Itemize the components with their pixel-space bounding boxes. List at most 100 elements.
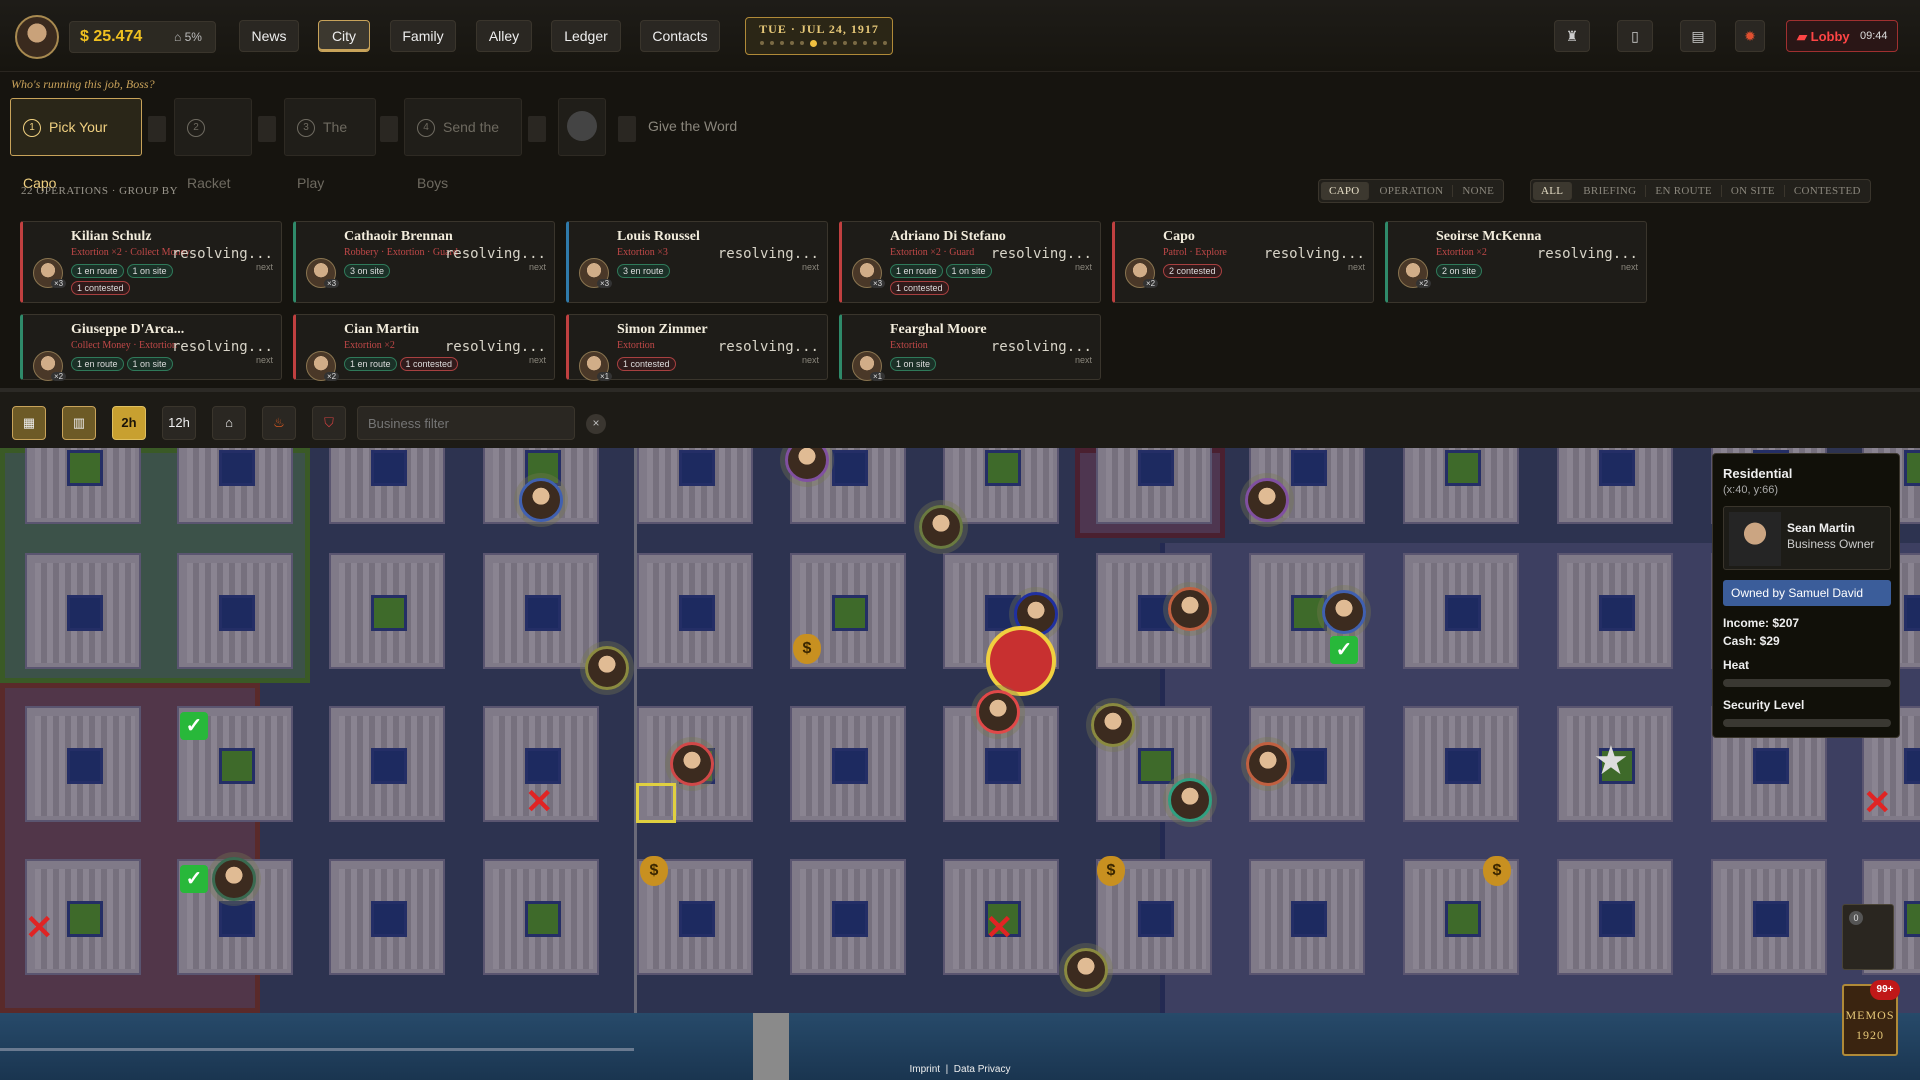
city-block[interactable] bbox=[1096, 448, 1212, 524]
lobby-button[interactable]: ▰ Lobby 09:44 bbox=[1786, 20, 1898, 52]
shield-icon[interactable]: ⛉ bbox=[312, 406, 346, 440]
city-block[interactable] bbox=[329, 859, 445, 975]
game-date[interactable]: TUE · JUL 24, 1917 bbox=[745, 17, 893, 55]
capo-pin[interactable] bbox=[919, 505, 963, 549]
capo-pin[interactable] bbox=[976, 690, 1020, 734]
step-pick-capo[interactable]: 1 Pick Your Capo bbox=[10, 98, 142, 191]
filter-all[interactable]: ALL bbox=[1533, 182, 1573, 200]
capo-pin[interactable] bbox=[1168, 778, 1212, 822]
building-icon[interactable]: ⌂ bbox=[212, 406, 246, 440]
nav-contacts[interactable]: Contacts bbox=[640, 20, 720, 52]
clear-filter-button[interactable]: × bbox=[586, 414, 606, 434]
business-filter-input[interactable] bbox=[357, 406, 575, 440]
city-block[interactable] bbox=[1557, 859, 1673, 975]
operation-card[interactable]: ×2 Giuseppe D'Arca... Collect Money · Exto… bbox=[20, 314, 282, 381]
city-block[interactable] bbox=[943, 448, 1059, 524]
phone-booth-widget[interactable]: 0 bbox=[1842, 904, 1894, 970]
checkmark-icon[interactable]: ✓ bbox=[1330, 636, 1358, 664]
checkmark-icon[interactable]: ✓ bbox=[180, 865, 208, 893]
settings-icon[interactable]: ♜ bbox=[1554, 20, 1590, 52]
selected-tile[interactable] bbox=[636, 783, 676, 823]
failed-x-icon[interactable]: ✕ bbox=[985, 911, 1014, 945]
nav-alley[interactable]: Alley bbox=[476, 20, 532, 52]
operation-card[interactable]: ×1 Simon Zimmer Extortion resolving... next 1… bbox=[566, 314, 828, 381]
operation-card[interactable]: ×3 Kilian Schulz Extortion ×2 · Collect Mo… bbox=[20, 221, 282, 303]
money-bag-icon[interactable]: $ bbox=[640, 856, 668, 886]
capo-pin[interactable] bbox=[1168, 587, 1212, 631]
operation-card[interactable]: ×3 Adriano Di Stefano Extortion ×2 · Guard… bbox=[839, 221, 1101, 303]
city-map[interactable]: ✓ ✓ ✓ ✕ ✕ ✕ ✕ $ $ $ $ ★ bbox=[0, 448, 1920, 1080]
city-block[interactable] bbox=[637, 448, 753, 524]
failed-x-icon[interactable]: ✕ bbox=[25, 911, 54, 945]
city-block[interactable] bbox=[483, 859, 599, 975]
capo-pin[interactable] bbox=[1245, 478, 1289, 522]
filter-en-route[interactable]: EN ROUTE bbox=[1646, 185, 1722, 197]
phone-icon[interactable]: ▯ bbox=[1617, 20, 1653, 52]
money-bag-icon[interactable]: $ bbox=[1483, 856, 1511, 886]
filter-briefing[interactable]: BRIEFING bbox=[1574, 185, 1647, 197]
operation-card[interactable]: ×2 Seoirse McKenna Extortion ×2 resolving..… bbox=[1385, 221, 1647, 303]
city-block[interactable] bbox=[1403, 448, 1519, 524]
star-icon[interactable]: ★ bbox=[1593, 738, 1629, 784]
step-the-play[interactable]: 3 The Play bbox=[284, 98, 376, 191]
money-bag-icon[interactable]: $ bbox=[793, 634, 821, 664]
city-block[interactable] bbox=[1557, 553, 1673, 669]
group-capo[interactable]: CAPO bbox=[1321, 182, 1369, 200]
privacy-link[interactable]: Data Privacy bbox=[954, 1064, 1011, 1075]
time-2h-button[interactable]: 2h bbox=[112, 406, 146, 440]
time-12h-button[interactable]: 12h bbox=[162, 406, 196, 440]
step-send-boys[interactable]: 4 Send the Boys bbox=[404, 98, 522, 191]
operation-card[interactable]: ×2 Capo Patrol · Explore resolving... next 2 … bbox=[1112, 221, 1374, 303]
capo-pin[interactable] bbox=[670, 742, 714, 786]
city-block[interactable] bbox=[329, 448, 445, 524]
capo-pin[interactable] bbox=[1091, 703, 1135, 747]
city-block[interactable] bbox=[25, 448, 141, 524]
city-block[interactable] bbox=[1711, 859, 1827, 975]
city-block[interactable] bbox=[177, 553, 293, 669]
city-block[interactable] bbox=[25, 553, 141, 669]
city-block[interactable] bbox=[1403, 553, 1519, 669]
city-block[interactable] bbox=[1403, 706, 1519, 822]
city-block[interactable] bbox=[483, 553, 599, 669]
failed-x-icon[interactable]: ✕ bbox=[1863, 786, 1892, 820]
contested-marker[interactable] bbox=[986, 626, 1056, 696]
nav-city[interactable]: City bbox=[318, 20, 370, 52]
failed-x-icon[interactable]: ✕ bbox=[525, 785, 554, 819]
nav-family[interactable]: Family bbox=[390, 20, 456, 52]
step-racket[interactable]: 2 Racket bbox=[174, 98, 252, 191]
city-block[interactable] bbox=[329, 706, 445, 822]
step-give-word[interactable]: Give the Word bbox=[636, 98, 746, 156]
group-none[interactable]: NONE bbox=[1453, 185, 1503, 197]
city-block[interactable] bbox=[177, 448, 293, 524]
capo-pin[interactable] bbox=[212, 857, 256, 901]
city-block[interactable] bbox=[790, 859, 906, 975]
checkmark-icon[interactable]: ✓ bbox=[180, 712, 208, 740]
operation-card[interactable]: ×1 Fearghal Moore Extortion resolving... nex… bbox=[839, 314, 1101, 381]
city-block[interactable] bbox=[790, 706, 906, 822]
city-block[interactable] bbox=[637, 553, 753, 669]
city-block[interactable] bbox=[1249, 859, 1365, 975]
capo-pin[interactable] bbox=[519, 478, 563, 522]
capo-pin[interactable] bbox=[1322, 590, 1366, 634]
filter-contested[interactable]: CONTESTED bbox=[1785, 185, 1870, 197]
imprint-link[interactable]: Imprint bbox=[910, 1064, 941, 1075]
boss-avatar[interactable] bbox=[15, 15, 59, 59]
city-block[interactable] bbox=[329, 553, 445, 669]
alert-icon[interactable]: ✹ bbox=[1735, 20, 1765, 52]
capo-pin[interactable] bbox=[1064, 948, 1108, 992]
step-boss-portrait[interactable] bbox=[558, 98, 606, 156]
operation-card[interactable]: ×2 Cian Martin Extortion ×2 resolving... nex… bbox=[293, 314, 555, 381]
operation-card[interactable]: ×3 Cathaoir Brennan Robbery · Extortion · … bbox=[293, 221, 555, 303]
capo-pin[interactable] bbox=[585, 646, 629, 690]
nav-news[interactable]: News bbox=[239, 20, 299, 52]
filter-on-site[interactable]: ON SITE bbox=[1722, 185, 1785, 197]
city-block[interactable] bbox=[25, 706, 141, 822]
owned-by-badge[interactable]: Owned by Samuel David bbox=[1723, 580, 1891, 606]
book-icon[interactable]: ▤ bbox=[1680, 20, 1716, 52]
group-operation[interactable]: OPERATION bbox=[1371, 185, 1454, 197]
money-bag-icon[interactable]: $ bbox=[1097, 856, 1125, 886]
satellite-view-icon[interactable]: ▥ bbox=[62, 406, 96, 440]
city-block[interactable] bbox=[1557, 448, 1673, 524]
operation-card[interactable]: ×3 Louis Roussel Extortion ×3 resolving... n… bbox=[566, 221, 828, 303]
nav-ledger[interactable]: Ledger bbox=[551, 20, 621, 52]
